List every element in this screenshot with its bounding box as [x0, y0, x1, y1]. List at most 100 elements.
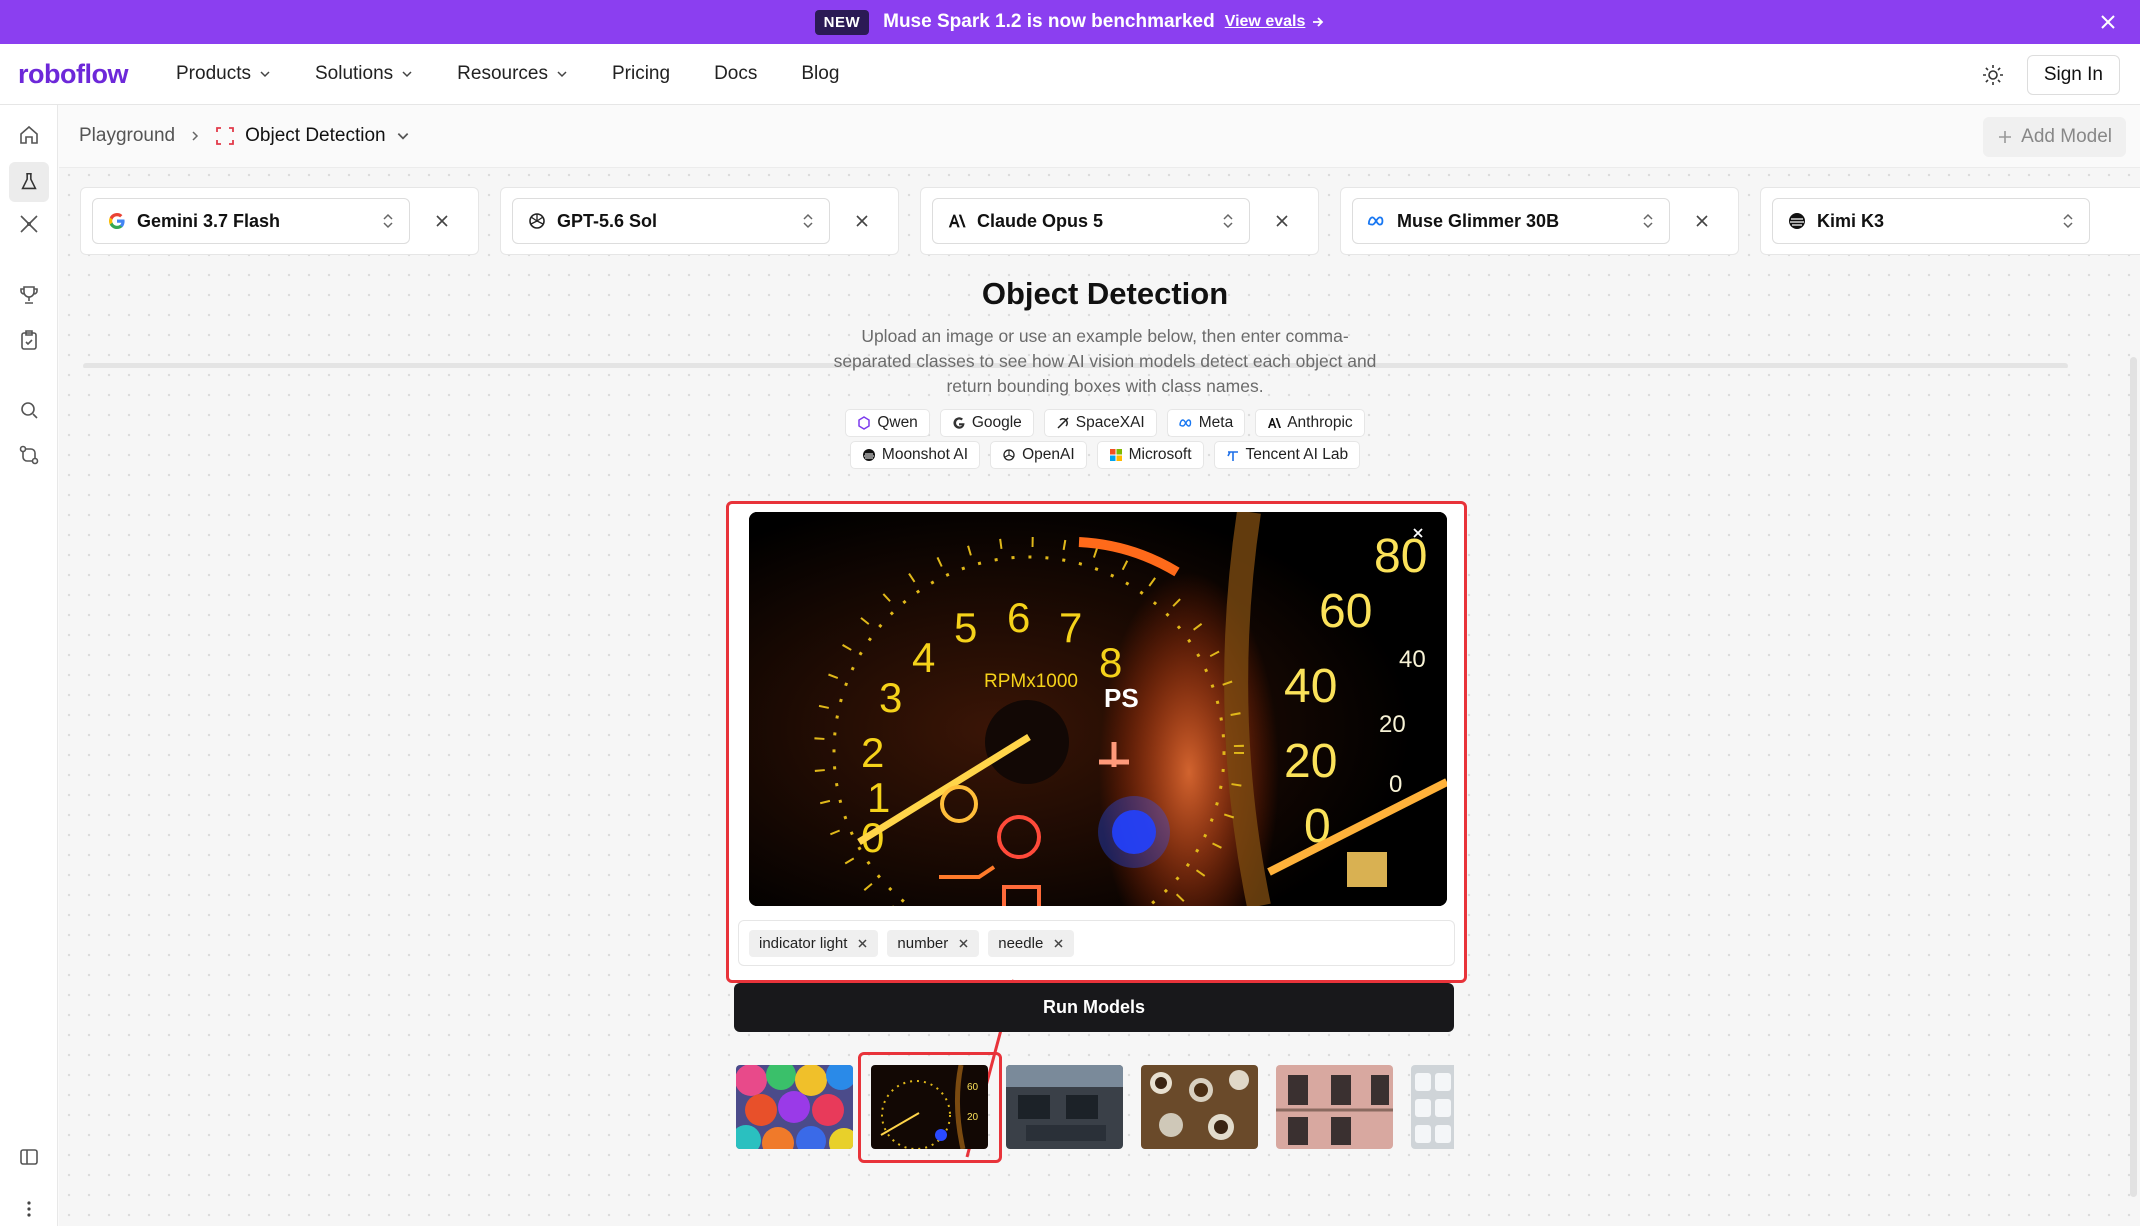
model-card: Kimi K3 [1760, 187, 2140, 255]
remove-model-icon[interactable] [1691, 210, 1713, 232]
svg-text:2: 2 [861, 729, 884, 776]
sign-in-button[interactable]: Sign In [2026, 55, 2120, 95]
search-icon[interactable] [17, 398, 41, 422]
remove-tag-icon[interactable] [958, 938, 969, 949]
nav-solutions-label: Solutions [314, 63, 394, 84]
arrow-right-icon [1313, 17, 1324, 27]
model-select[interactable]: Kimi K3 [1772, 198, 2090, 244]
provider-chip[interactable]: OpenAI [990, 441, 1087, 469]
chevron-up-down-icon [383, 213, 393, 229]
home-icon[interactable] [17, 123, 41, 147]
remove-model-icon[interactable] [431, 210, 453, 232]
provider-chip-label: Anthropic [1287, 414, 1353, 431]
close-announcement-icon[interactable] [2096, 10, 2120, 34]
add-model-button[interactable]: Add Model [1983, 117, 2126, 157]
trophy-icon[interactable] [17, 283, 41, 307]
nav-pricing[interactable]: Pricing [612, 63, 670, 85]
svg-text:4: 4 [912, 634, 935, 681]
google-icon [107, 211, 127, 231]
bounding-box-icon [216, 127, 235, 145]
provider-chip-label: Moonshot AI [881, 446, 969, 463]
example-thumbnail[interactable] [736, 1065, 853, 1149]
breadcrumb-playground[interactable]: Playground [79, 125, 175, 147]
model-card: GPT-5.6 Sol [500, 187, 899, 255]
anthropic-icon [947, 211, 967, 231]
model-select[interactable]: GPT-5.6 Sol [512, 198, 830, 244]
svg-text:6: 6 [1007, 594, 1030, 641]
qwen-icon [858, 416, 871, 430]
remove-model-icon[interactable] [851, 210, 873, 232]
model-card: Gemini 3.7 Flash [80, 187, 479, 255]
provider-chip[interactable]: SpaceXAI [1043, 409, 1157, 437]
provider-chip[interactable]: Microsoft [1096, 441, 1204, 469]
provider-chip[interactable]: Qwen [845, 409, 930, 437]
model-name: Claude Opus 5 [977, 210, 1104, 231]
provider-chip[interactable]: Google [939, 409, 1034, 437]
classes-input[interactable]: indicator light number needle [738, 920, 1455, 966]
remove-image-icon[interactable] [1407, 522, 1429, 544]
svg-text:20: 20 [1284, 735, 1337, 788]
model-name: Muse Glimmer 30B [1397, 210, 1560, 231]
playground-icon[interactable] [9, 162, 49, 202]
theme-toggle-icon[interactable] [1981, 63, 2005, 87]
task-selector-label: Object Detection [245, 125, 386, 146]
image-input-panel: 123 456 780 RPMx1000 PS 806040 200 [726, 501, 1467, 983]
svg-text:40: 40 [1284, 660, 1337, 713]
openai-icon [1003, 449, 1015, 461]
uploaded-image-preview: 123 456 780 RPMx1000 PS 806040 200 [749, 512, 1447, 906]
example-thumbnail[interactable] [1006, 1065, 1123, 1149]
model-select[interactable]: Muse Glimmer 30B [1352, 198, 1670, 244]
chevron-up-down-icon [1223, 213, 1233, 229]
provider-chip[interactable]: Anthropic [1255, 409, 1365, 437]
nav-products[interactable]: Products [176, 63, 271, 85]
more-options-icon[interactable] [17, 1197, 41, 1221]
run-models-button[interactable]: Run Models [734, 983, 1454, 1032]
top-nav: roboflow Products Solutions Resources Pr… [0, 44, 2140, 105]
remove-tag-icon[interactable] [1053, 938, 1064, 949]
tencent-icon [1226, 451, 1238, 461]
svg-text:PS: PS [1104, 683, 1139, 713]
nav-resources[interactable]: Resources [457, 63, 568, 85]
provider-chip[interactable]: Tencent AI Lab [1213, 441, 1361, 469]
example-thumbnail[interactable] [1276, 1065, 1393, 1149]
openai-icon [527, 211, 547, 231]
class-tag-label: indicator light [759, 934, 848, 952]
model-name: GPT-5.6 Sol [557, 210, 658, 231]
spacexai-icon [1057, 417, 1069, 429]
model-select[interactable]: Gemini 3.7 Flash [92, 198, 410, 244]
example-thumbnail[interactable] [1141, 1065, 1258, 1149]
stadium-seats-image [1411, 1065, 1454, 1149]
roboflow-logo[interactable]: roboflow [18, 59, 158, 90]
example-images: 60 20 [736, 1064, 1454, 1150]
nav-solutions[interactable]: Solutions [315, 63, 413, 85]
model-select[interactable]: Claude Opus 5 [932, 198, 1250, 244]
google-icon [953, 417, 965, 429]
nav-blog[interactable]: Blog [801, 63, 839, 85]
provider-chip[interactable]: Meta [1166, 409, 1246, 437]
nav-docs[interactable]: Docs [714, 63, 757, 85]
sidebar-toggle-icon[interactable] [17, 1145, 41, 1169]
model-name: Gemini 3.7 Flash [137, 210, 281, 231]
view-evals-link[interactable]: View evals [1225, 13, 1326, 31]
meta-icon [1367, 211, 1387, 231]
remove-model-icon[interactable] [1271, 210, 1293, 232]
dashboard-gauges-image: 123 456 780 RPMx1000 PS 806040 200 [749, 512, 1447, 906]
task-selector[interactable]: Object Detection [215, 125, 409, 147]
tools-icon[interactable] [17, 212, 41, 236]
provider-chip[interactable]: Moonshot AI [849, 441, 981, 469]
example-thumbnail[interactable] [1411, 1065, 1454, 1149]
plus-icon [1999, 131, 2012, 143]
page-scrollbar[interactable] [2130, 357, 2137, 1197]
compare-icon[interactable] [17, 443, 41, 467]
provider-chip-label: OpenAI [1022, 446, 1075, 463]
chevron-up-down-icon [2063, 213, 2073, 229]
chevron-down-icon [402, 71, 412, 78]
example-thumbnail[interactable]: 60 20 [871, 1065, 988, 1149]
remove-tag-icon[interactable] [857, 938, 868, 949]
svg-text:7: 7 [1059, 604, 1082, 651]
anthropic-icon [1268, 418, 1282, 428]
new-badge: NEW [814, 9, 870, 35]
clipboard-icon[interactable] [17, 328, 41, 352]
svg-text:8: 8 [1099, 639, 1122, 686]
svg-text:5: 5 [954, 604, 977, 651]
